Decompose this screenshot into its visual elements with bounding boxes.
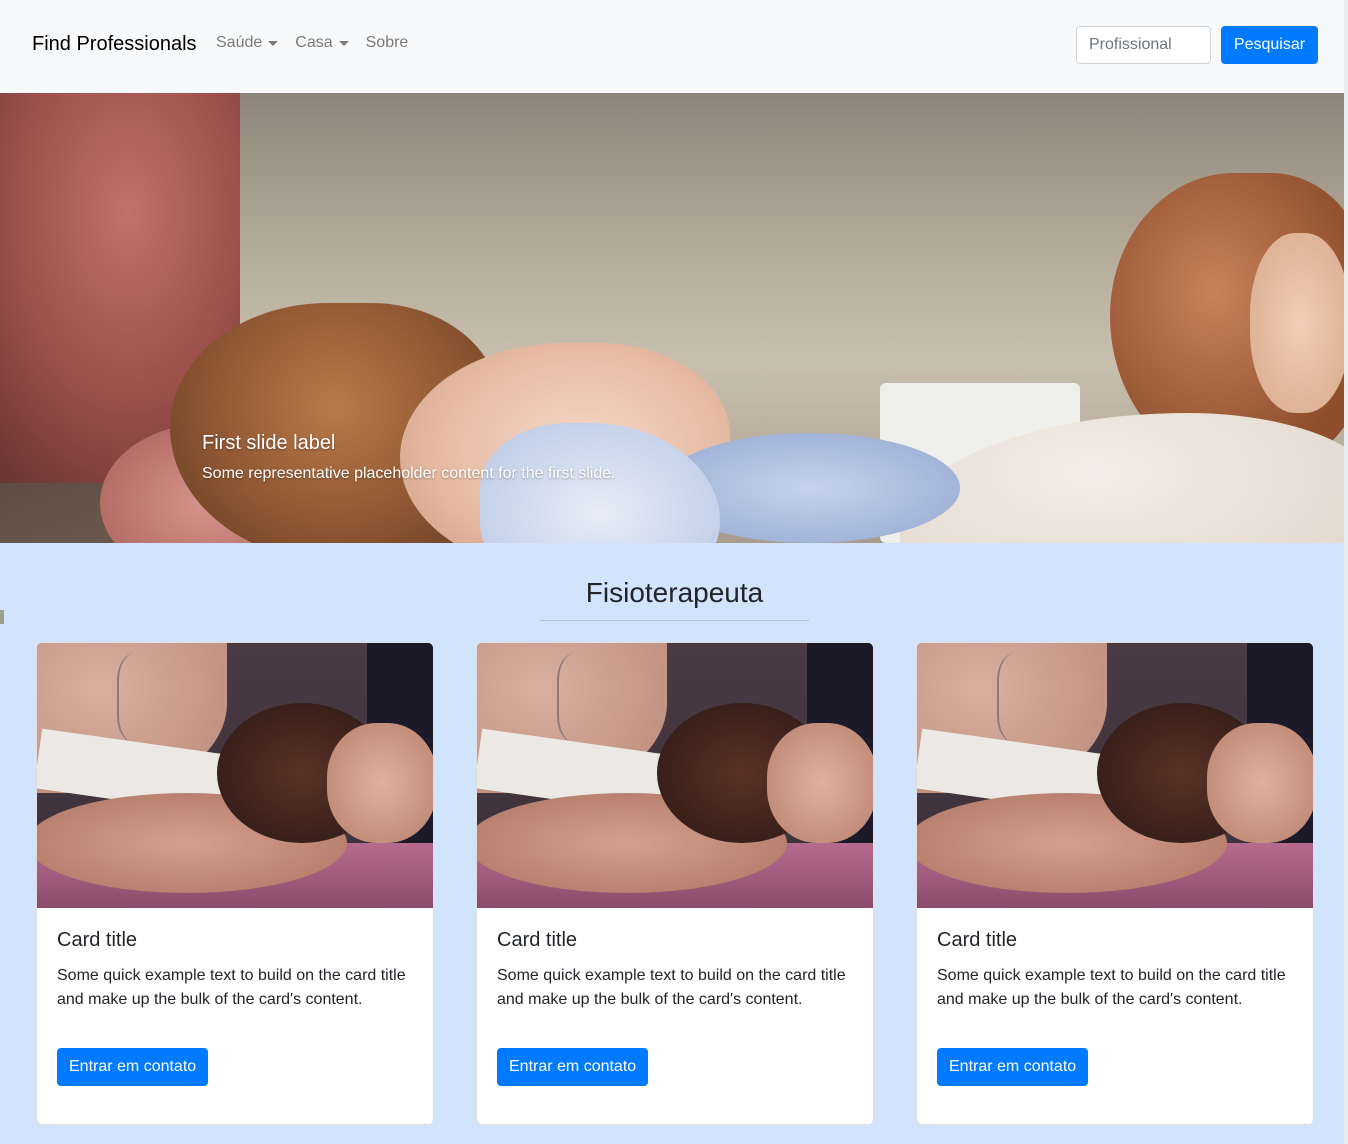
card-body: Card title Some quick example text to bu… xyxy=(37,908,433,1032)
card-image xyxy=(477,643,873,908)
carousel-caption: First slide label Some representative pl… xyxy=(202,432,616,483)
nav-link-sobre[interactable]: Sobre xyxy=(366,34,409,52)
carousel-image-part xyxy=(1250,233,1344,413)
nav-label-casa: Casa xyxy=(295,34,333,51)
navbar: Find Professionals Saúde Casa Sobre Pesq… xyxy=(0,0,1344,93)
contact-button[interactable]: Entrar em contato xyxy=(57,1048,209,1086)
card-body: Card title Some quick example text to bu… xyxy=(917,908,1313,1032)
card-image xyxy=(917,643,1313,908)
nav-label-saude: Saúde xyxy=(216,34,263,51)
section-title: Fisioterapeuta xyxy=(585,577,764,608)
search-input[interactable] xyxy=(1076,26,1211,64)
contact-button[interactable]: Entrar em contato xyxy=(937,1048,1089,1086)
side-marker xyxy=(0,610,4,624)
contact-button[interactable]: Entrar em contato xyxy=(497,1048,649,1086)
search-button[interactable]: Pesquisar xyxy=(1221,26,1318,64)
carousel-caption-text: Some representative placeholder content … xyxy=(202,465,616,482)
card-text: Some quick example text to build on the … xyxy=(57,967,406,1008)
nav-dropdown-casa[interactable]: Casa xyxy=(295,34,349,52)
professional-card: Card title Some quick example text to bu… xyxy=(916,642,1314,1125)
carousel-caption-title: First slide label xyxy=(202,432,336,454)
carousel[interactable]: First slide label Some representative pl… xyxy=(0,93,1344,543)
scrollbar[interactable] xyxy=(1344,0,1348,1144)
nav-label-sobre: Sobre xyxy=(365,34,409,51)
section-divider xyxy=(540,620,809,621)
card-text: Some quick example text to build on the … xyxy=(937,967,1286,1008)
card-image xyxy=(37,643,433,908)
caret-down-icon xyxy=(268,40,279,46)
brand-link[interactable]: Find Professionals xyxy=(32,33,197,56)
card-title: Card title xyxy=(937,929,1018,951)
card-text: Some quick example text to build on the … xyxy=(497,967,846,1008)
caret-down-icon xyxy=(338,40,349,46)
card-title: Card title xyxy=(57,929,138,951)
nav-links: Saúde Casa Sobre xyxy=(216,34,425,52)
card-title: Card title xyxy=(497,929,578,951)
professional-card: Card title Some quick example text to bu… xyxy=(36,642,434,1125)
card-body: Card title Some quick example text to bu… xyxy=(477,908,873,1032)
professional-card: Card title Some quick example text to bu… xyxy=(476,642,874,1125)
nav-dropdown-saude[interactable]: Saúde xyxy=(216,34,279,52)
